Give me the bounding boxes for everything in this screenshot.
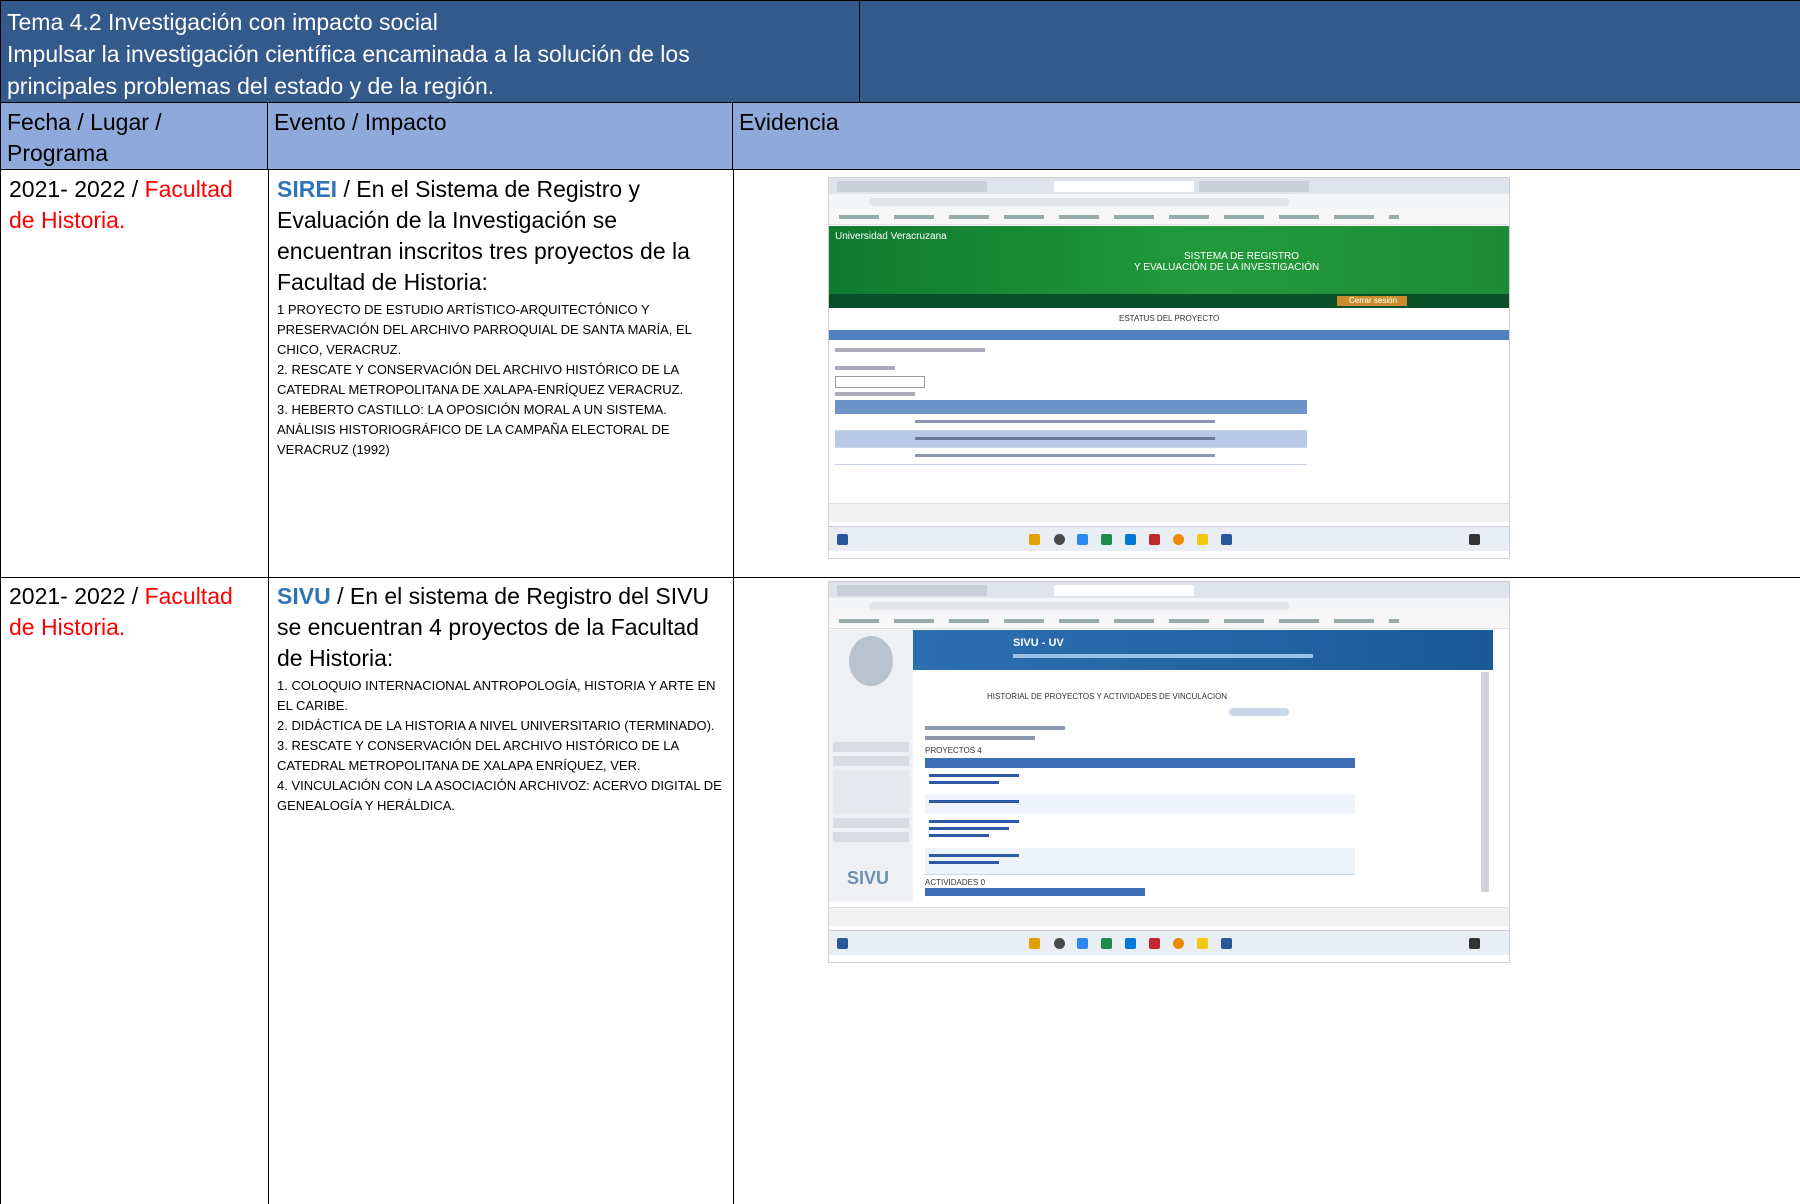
sirei-nav-bar: Cerrar sesión (829, 294, 1509, 308)
sivu-projects-table-header (925, 758, 1355, 768)
row-1-system-tag: SIREI (277, 176, 338, 202)
windows-taskbar (829, 526, 1509, 551)
row-2-lead: SIVU / En el sistema de Registro del SIV… (277, 581, 726, 674)
windows-icon (837, 534, 848, 545)
browser-bookmarks-bar (829, 210, 1509, 225)
browser-bookmarks-bar (829, 614, 1509, 629)
table-row (925, 794, 1355, 815)
scrollbar (1481, 672, 1489, 892)
table-row-1-date: 2021- 2022 / Facultad de Historia. (1, 171, 267, 236)
evidence-screenshot-sivu: SIVU SIVU - UV HISTORIAL DE PROYECTOS Y … (828, 581, 1510, 963)
column-header-date-line2: Programa (7, 140, 108, 166)
table-row (925, 814, 1355, 849)
windows-taskbar (829, 930, 1509, 955)
grid-line (733, 170, 734, 1204)
sirei-page-heading: ESTATUS DEL PROYECTO (1119, 314, 1220, 323)
list-item: 1. COLOQUIO INTERNACIONAL ANTROPOLOGÍA, … (277, 678, 716, 713)
row-2-system-tag: SIVU (277, 583, 331, 609)
sirei-table-header (835, 400, 1307, 414)
sirei-section-bar (829, 330, 1509, 340)
section-title-block: Tema 4.2 Investigación con impacto socia… (0, 1, 860, 103)
sivu-activities-label: ACTIVIDADES 0 (925, 878, 986, 887)
uv-seal-logo (849, 636, 893, 686)
list-item: 2. RESCATE Y CONSERVACIÓN DEL ARCHIVO HI… (277, 362, 684, 397)
download-bar (829, 907, 1509, 926)
row-1-project-list: 1 PROYECTO DE ESTUDIO ARTÍSTICO-ARQUITEC… (277, 300, 726, 460)
sirei-site-name: Universidad Veracruzana (835, 231, 947, 242)
column-header-date: Fecha / Lugar / Programa (0, 103, 268, 169)
table-row-2-date: 2021- 2022 / Facultad de Historia. (1, 578, 267, 643)
sivu-banner-title: SIVU - UV (1013, 637, 1064, 649)
evidence-screenshot-sirei: Universidad Veracruzana SISTEMA DE REGIS… (828, 177, 1510, 559)
list-item: 4. VINCULACIÓN CON LA ASOCIACIÓN ARCHIVO… (277, 778, 722, 813)
sirei-banner-line1: SISTEMA DE REGISTRO (1184, 251, 1300, 262)
browser-tab-strip (829, 178, 1509, 194)
list-item: 2. DIDÁCTICA DE LA HISTORIA A NIVEL UNIV… (277, 718, 715, 733)
sivu-logo-text: SIVU (847, 868, 890, 888)
row-2-place: Facultad (144, 583, 233, 609)
list-item: 3. HEBERTO CASTILLO: LA OPOSICIÓN MORAL … (277, 402, 670, 457)
list-item: 3. RESCATE Y CONSERVACIÓN DEL ARCHIVO HI… (277, 738, 679, 773)
row-2-lead-text: / En el sistema de Registro del SIVU se … (277, 583, 710, 671)
row-2-period: 2021- 2022 / (9, 583, 145, 609)
browser-address-bar (829, 194, 1509, 211)
list-item: 1 PROYECTO DE ESTUDIO ARTÍSTICO-ARQUITEC… (277, 302, 692, 357)
browser-address-bar (829, 598, 1509, 615)
column-header-date-line1: Fecha / Lugar / (7, 109, 162, 135)
grid-line (0, 170, 1, 1204)
table-row-1-event: SIREI / En el Sistema de Registro y Eval… (269, 171, 732, 460)
sivu-banner: SIVU - UV (913, 630, 1493, 670)
row-1-place-cont: de Historia. (9, 207, 126, 233)
column-header-event: Evento / Impacto (268, 103, 733, 169)
sivu-sidebar: SIVU (829, 630, 913, 902)
download-bar (829, 503, 1509, 522)
sirei-banner-line2: Y EVALUACIÓN DE LA INVESTIGACIÓN (1134, 262, 1320, 273)
row-1-lead: SIREI / En el Sistema de Registro y Eval… (277, 174, 726, 298)
column-header-row: Fecha / Lugar / Programa Evento / Impact… (0, 103, 1800, 170)
section-objective-line2: principales problemas del estado y de la… (7, 73, 495, 99)
table-row (835, 448, 1307, 465)
section-objective-line1: Impulsar la investigación científica enc… (7, 41, 690, 67)
row-2-project-list: 1. COLOQUIO INTERNACIONAL ANTROPOLOGÍA, … (277, 676, 726, 816)
column-header-evidence: Evidencia (739, 109, 839, 135)
sirei-logout: Cerrar sesión (1349, 296, 1398, 305)
sirei-banner: Universidad Veracruzana SISTEMA DE REGIS… (829, 226, 1509, 294)
windows-icon (837, 938, 848, 949)
table-row (925, 848, 1355, 875)
sivu-projects-label: PROYECTOS 4 (925, 746, 982, 755)
table-row (835, 414, 1307, 431)
table-row (835, 431, 1307, 448)
section-header: Tema 4.2 Investigación con impacto socia… (0, 0, 1800, 103)
sivu-page-heading: HISTORIAL DE PROYECTOS Y ACTIVIDADES DE … (987, 692, 1228, 701)
row-1-lead-text: / En el Sistema de Registro y Evaluación… (277, 176, 690, 295)
row-1-period: 2021- 2022 / (9, 176, 145, 202)
table-row (925, 768, 1355, 795)
row-2-place-cont: de Historia. (9, 614, 126, 640)
section-title: Tema 4.2 Investigación con impacto socia… (7, 9, 438, 35)
browser-tab-strip (829, 582, 1509, 598)
row-1-place: Facultad (144, 176, 233, 202)
table-row-2-event: SIVU / En el sistema de Registro del SIV… (269, 578, 732, 816)
